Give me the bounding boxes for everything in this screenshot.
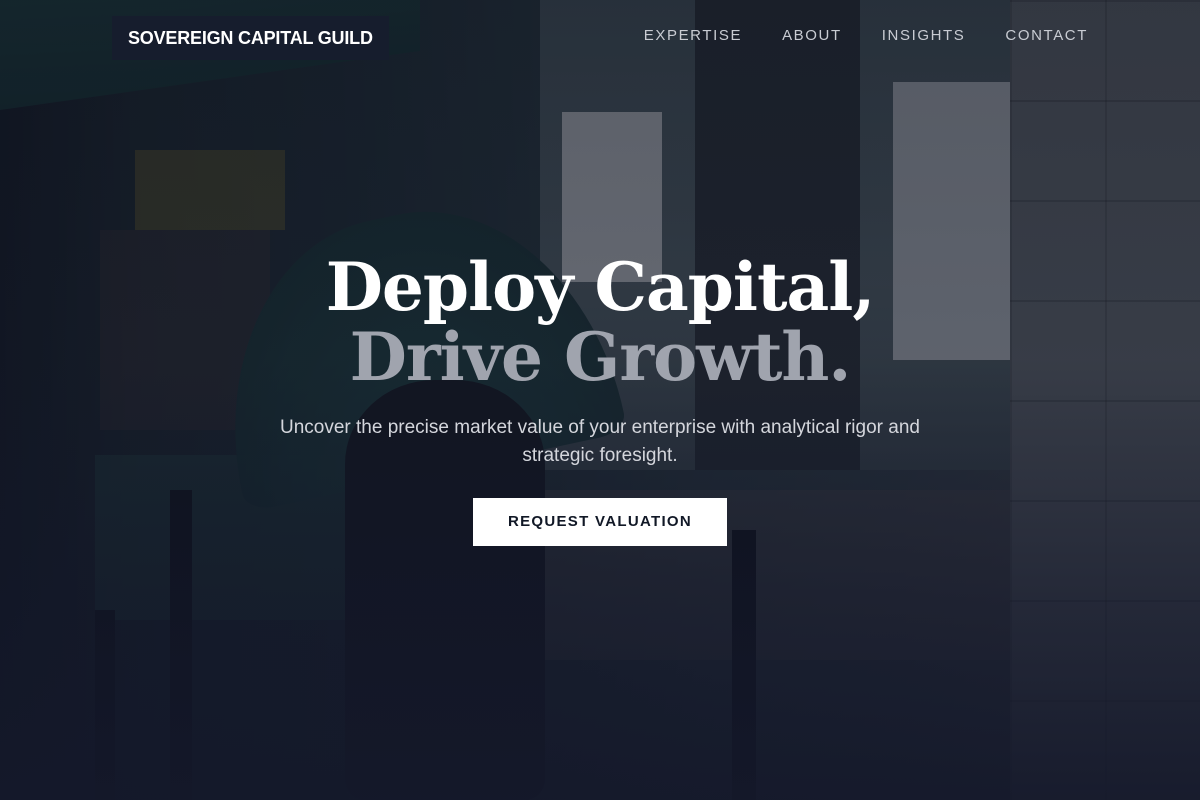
hero-section: SOVEREIGN CAPITAL GUILD EXPERTISE ABOUT …: [0, 0, 1200, 800]
nav-link-contact[interactable]: CONTACT: [1005, 27, 1088, 44]
headline-line-1: Deploy Capital,: [325, 248, 876, 326]
hero-headline: Deploy Capital, Drive Growth.: [0, 252, 1200, 392]
nav-link-expertise[interactable]: EXPERTISE: [644, 27, 742, 44]
hero-content: Deploy Capital, Drive Growth. Uncover th…: [0, 252, 1200, 546]
request-valuation-button[interactable]: REQUEST VALUATION: [473, 498, 727, 546]
site-header: SOVEREIGN CAPITAL GUILD EXPERTISE ABOUT …: [0, 0, 1200, 76]
nav-link-about[interactable]: ABOUT: [782, 27, 842, 44]
brand-logo[interactable]: SOVEREIGN CAPITAL GUILD: [112, 16, 389, 60]
main-nav: EXPERTISE ABOUT INSIGHTS CONTACT: [644, 27, 1088, 44]
headline-line-2: Drive Growth.: [349, 318, 852, 396]
nav-link-insights[interactable]: INSIGHTS: [882, 27, 966, 44]
hero-subtitle: Uncover the precise market value of your…: [280, 417, 920, 466]
